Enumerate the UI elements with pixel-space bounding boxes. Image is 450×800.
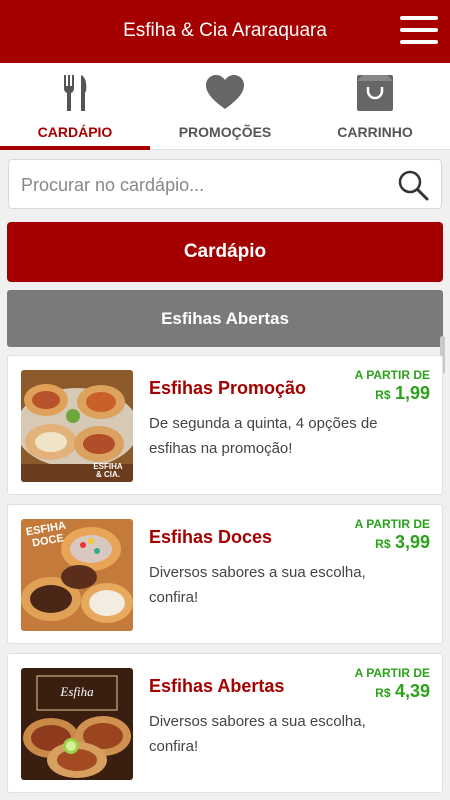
app-header: Esfiha & Cia Araraquara (0, 0, 450, 63)
product-name: Esfihas Doces (149, 527, 273, 547)
cardapio-button[interactable]: Cardápio (7, 222, 443, 282)
product-image-abertas: Esfiha (21, 668, 133, 780)
product-name: Esfihas Abertas (149, 676, 285, 696)
product-price: R$ 3,99 (375, 532, 430, 553)
tab-bar: CARDÁPIO PROMOÇÕES CARRINHO (0, 63, 450, 150)
search-icon[interactable] (397, 169, 429, 201)
shopping-bag-icon (357, 75, 393, 111)
product-card[interactable]: Esfiha Esfihas Abertas Diversos sabores … (7, 653, 443, 793)
tab-promocoes[interactable]: PROMOÇÕES (150, 63, 300, 150)
category-esfihas-abertas-button[interactable]: Esfihas Abertas (7, 290, 443, 347)
tab-carrinho[interactable]: CARRINHO (300, 63, 450, 150)
heart-icon (206, 75, 244, 109)
price-currency: R$ (375, 686, 391, 700)
product-card[interactable]: ESFIHA & CIA. Esfihas Promoção De segund… (7, 355, 443, 495)
brand-watermark-text: ESFIHA & CIA. (93, 462, 123, 479)
esfiha-overlay-text: Esfiha (60, 684, 94, 699)
product-description: Diversos sabores a sua escolha, confira! (149, 564, 366, 606)
fork-knife-icon (64, 75, 87, 111)
product-image-promocao: ESFIHA & CIA. (21, 370, 133, 482)
price-value: 4,39 (394, 681, 430, 701)
hamburger-menu-icon[interactable] (400, 14, 438, 46)
price-from-label: A PARTIR DE (354, 368, 430, 382)
price-currency: R$ (375, 388, 391, 402)
tab-promocoes-label: PROMOÇÕES (178, 124, 272, 140)
product-description: De segunda a quinta, 4 opções de esfihas… (149, 415, 378, 457)
product-image-doces: ESFIHA DOCE (21, 519, 133, 631)
app-title: Esfiha & Cia Araraquara (123, 20, 327, 41)
tab-cardapio[interactable]: CARDÁPIO (0, 63, 150, 150)
price-value: 3,99 (394, 532, 430, 552)
tab-carrinho-label: CARRINHO (337, 124, 413, 140)
search-box (8, 159, 442, 209)
product-price: R$ 1,99 (375, 383, 430, 404)
product-description: Diversos sabores a sua escolha, confira! (149, 713, 366, 755)
price-from-label: A PARTIR DE (354, 666, 430, 680)
product-price: R$ 4,39 (375, 681, 430, 702)
tab-cardapio-label: CARDÁPIO (37, 124, 113, 140)
price-from-label: A PARTIR DE (354, 517, 430, 531)
search-input[interactable] (21, 170, 381, 200)
product-card[interactable]: ESFIHA DOCE Esfihas Doces Diversos sabor… (7, 504, 443, 644)
product-name: Esfihas Promoção (149, 378, 307, 398)
price-currency: R$ (375, 537, 391, 551)
price-value: 1,99 (394, 383, 430, 403)
